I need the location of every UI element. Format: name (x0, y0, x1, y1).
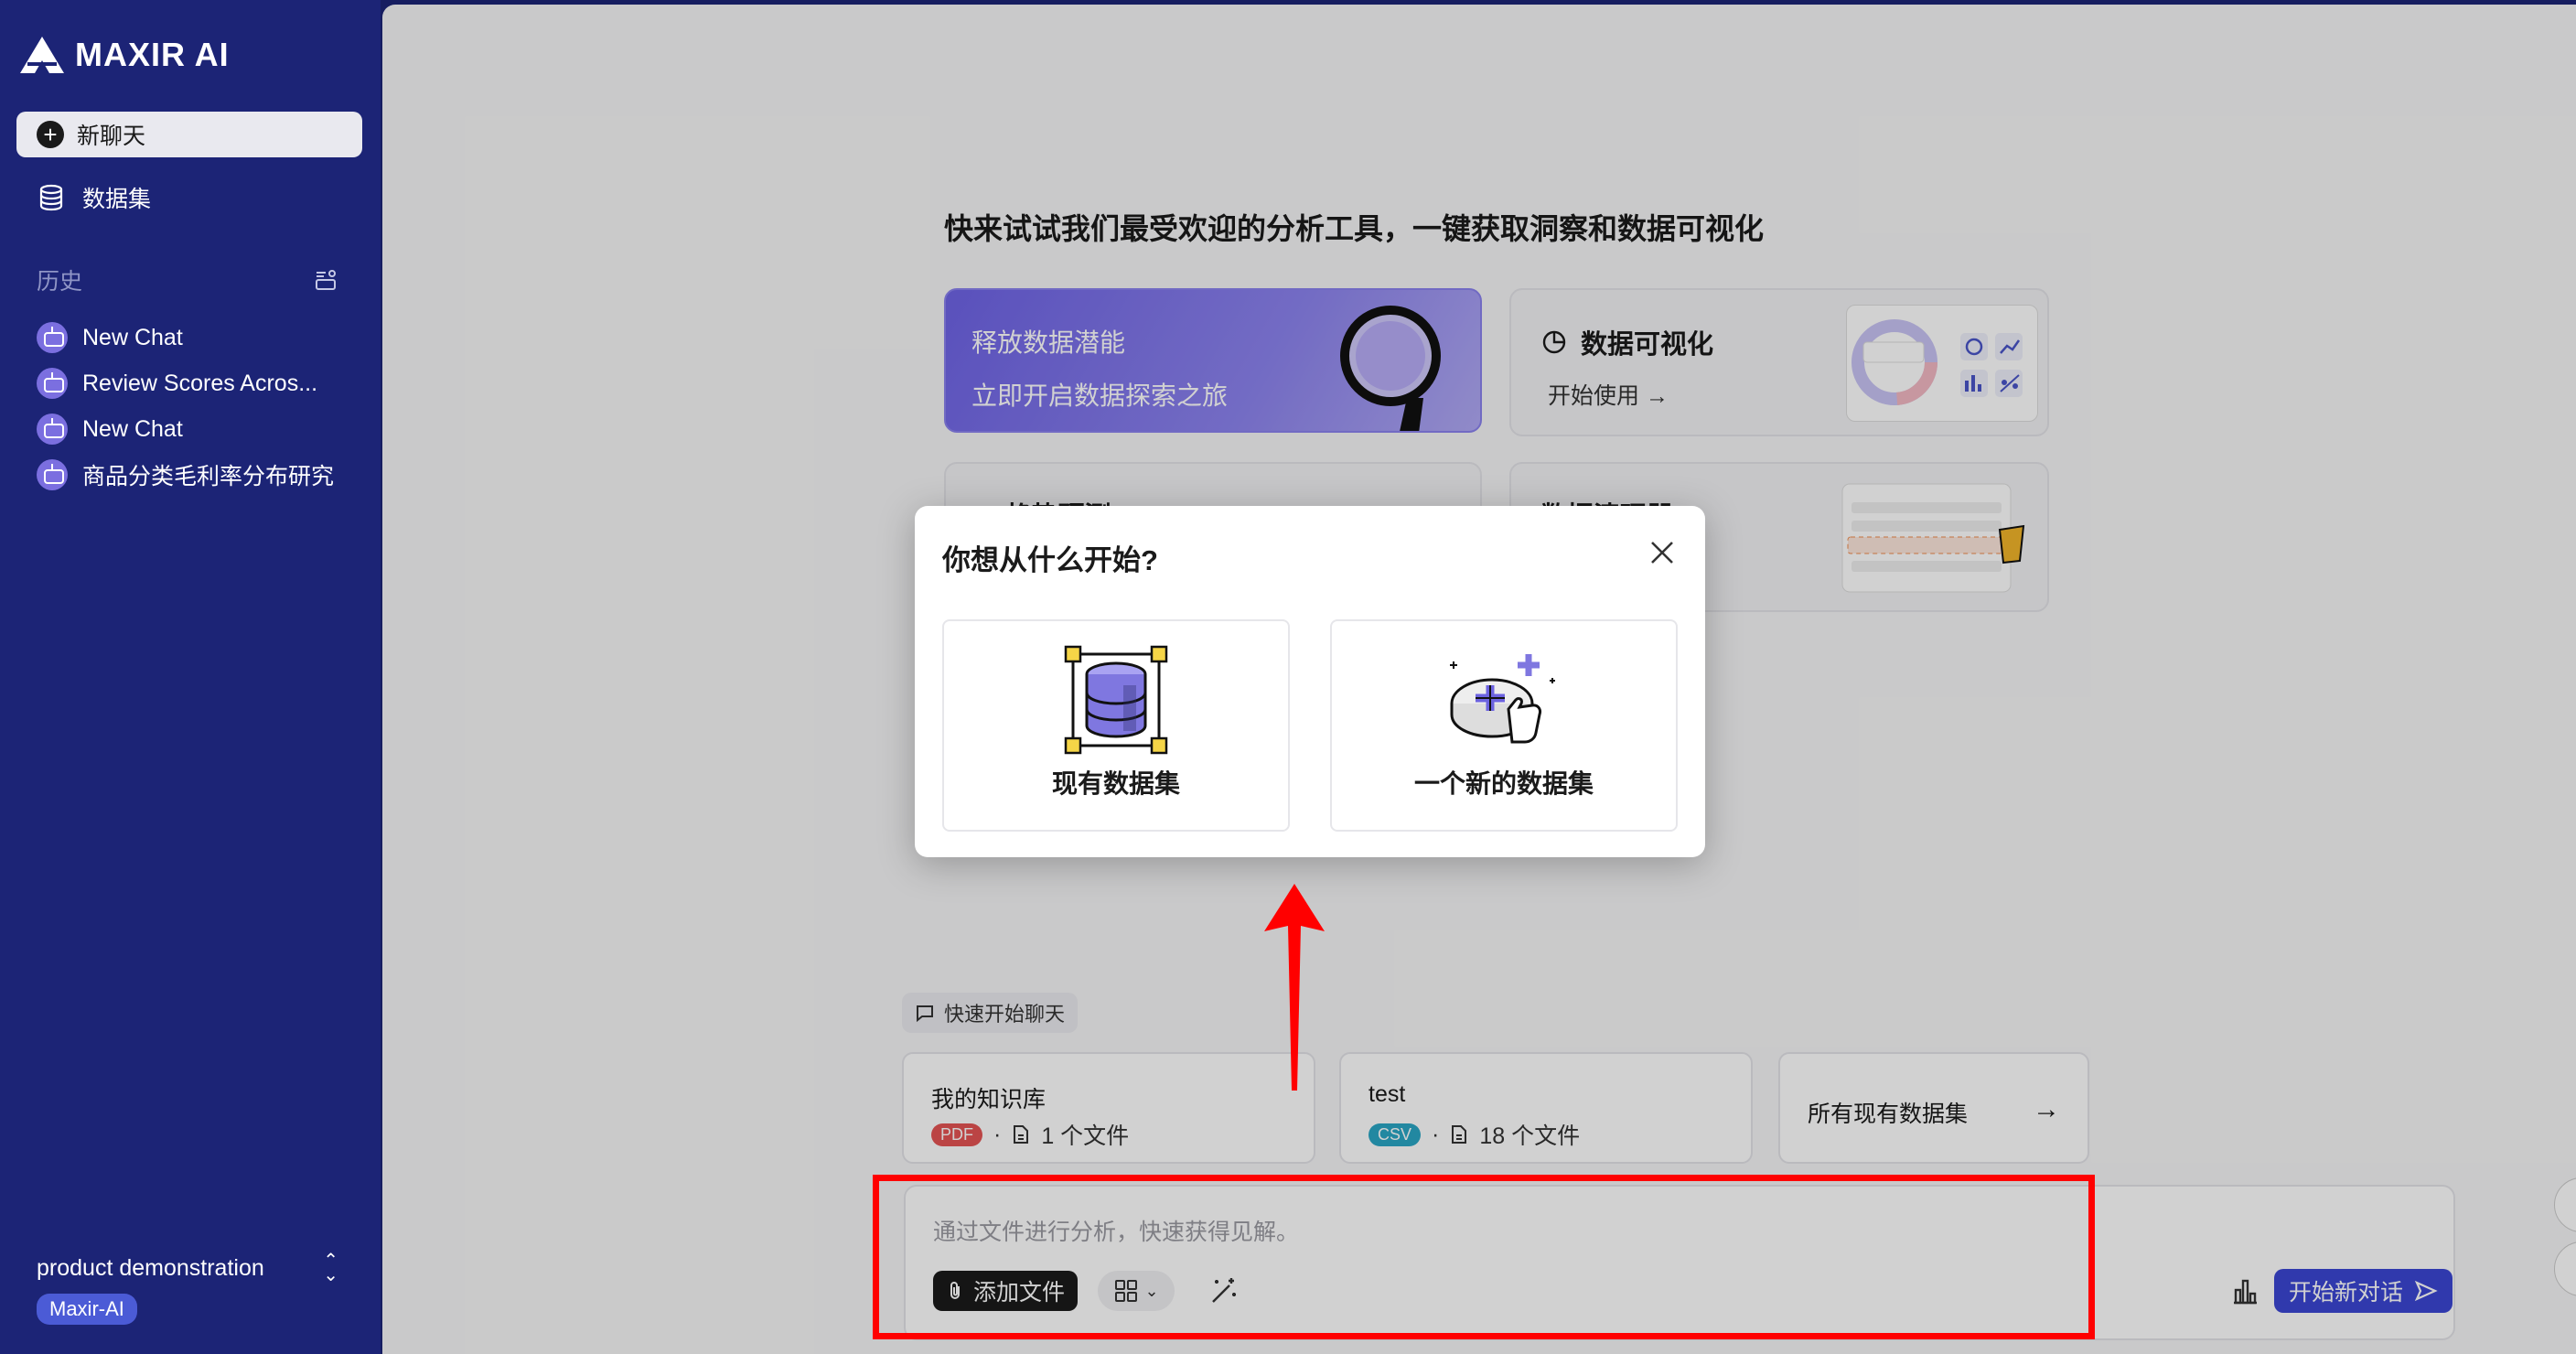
start-dialog: 你想从什么开始? 现有数据集 一个新的数据集 (915, 506, 1705, 857)
history-item[interactable]: New Chat (37, 406, 334, 452)
existing-dataset-option[interactable]: 现有数据集 (942, 619, 1290, 832)
database-select-icon (1064, 645, 1168, 755)
history-item-label: Review Scores Acros... (82, 370, 318, 396)
workspace-row: product demonstration ⌃ ⌄ (37, 1251, 338, 1285)
close-icon[interactable] (1647, 537, 1678, 568)
highlight-box-annotation (873, 1175, 2095, 1339)
chevron-up-down-icon: ⌃ ⌄ (323, 1251, 338, 1285)
add-dataset-icon (1450, 654, 1555, 744)
history-title: 历史 (37, 269, 83, 295)
history-item[interactable]: Review Scores Acros... (37, 360, 334, 406)
bot-icon (37, 368, 68, 399)
sidebar: MAXIR AI + 新聊天 数据集 历史 New Chat Review Sc… (0, 0, 381, 1354)
logo[interactable]: MAXIR AI (18, 35, 230, 75)
history-manage-icon[interactable] (313, 267, 338, 293)
sidebar-item-datasets-label: 数据集 (82, 187, 152, 212)
history-item[interactable]: New Chat (37, 315, 334, 360)
database-icon (39, 184, 63, 211)
history-header: 历史 (37, 263, 338, 296)
bot-icon (37, 459, 68, 490)
history-list: New Chat Review Scores Acros... New Chat… (37, 315, 334, 498)
new-dataset-label: 一个新的数据集 (1413, 769, 1594, 798)
history-item[interactable]: 商品分类毛利率分布研究 (37, 452, 334, 498)
history-item-label: New Chat (82, 324, 183, 350)
new-dataset-option[interactable]: 一个新的数据集 (1330, 619, 1678, 832)
workspace-badge: Maxir-AI (37, 1294, 137, 1325)
history-item-label: 商品分类毛利率分布研究 (82, 464, 335, 489)
workspace-name: product demonstration (37, 1254, 264, 1281)
dialog-title: 你想从什么开始? (942, 544, 1158, 576)
existing-dataset-label: 现有数据集 (1051, 769, 1180, 798)
bot-icon (37, 322, 68, 353)
bot-icon (37, 414, 68, 445)
history-item-label: New Chat (82, 415, 183, 442)
arrow-up-annotation (1264, 884, 1325, 1091)
workspace-switcher[interactable]: product demonstration ⌃ ⌄ Maxir-AI (37, 1251, 338, 1325)
plus-icon: + (37, 121, 64, 148)
maxir-logo-icon (20, 37, 64, 73)
new-chat-label: 新聊天 (77, 124, 146, 149)
new-chat-button[interactable]: + 新聊天 (16, 112, 362, 157)
logo-text: MAXIR AI (75, 36, 230, 73)
sidebar-item-datasets[interactable]: 数据集 (37, 181, 151, 214)
